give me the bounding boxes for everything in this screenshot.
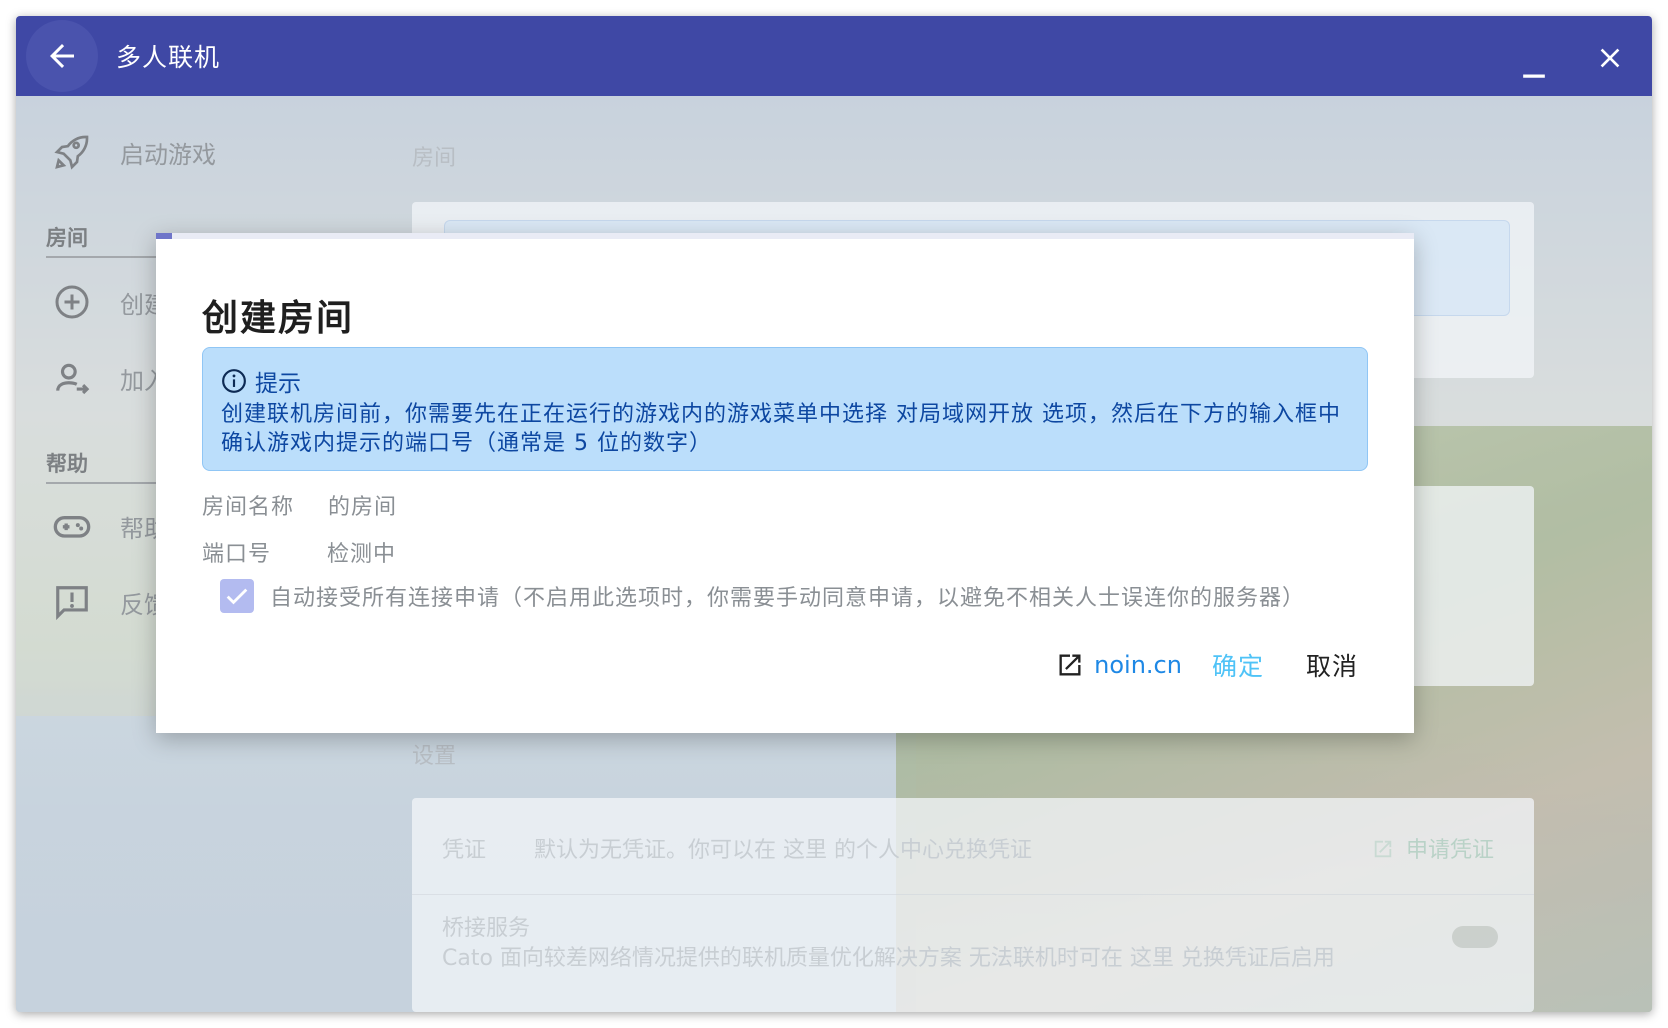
info-icon: [222, 369, 246, 393]
window-title: 多人联机: [116, 43, 221, 72]
hint-header: 提示: [221, 364, 301, 398]
room-name-row: 房间名称 的房间: [202, 489, 397, 521]
auto-accept-row[interactable]: 自动接受所有连接申请（不启用此选项时，你需要手动同意申请，以避免不相关人士误连你…: [220, 579, 1305, 613]
auto-accept-label: 自动接受所有连接申请（不启用此选项时，你需要手动同意申请，以避免不相关人士误连你…: [270, 586, 1306, 611]
back-button[interactable]: [26, 20, 98, 92]
room-name-label: 房间名称: [202, 495, 295, 520]
close-icon: [1600, 48, 1620, 68]
room-name-input[interactable]: 的房间: [328, 489, 397, 521]
port-input[interactable]: 检测中: [327, 536, 396, 568]
external-link-icon: [1059, 654, 1081, 676]
create-room-dialog: 创建房间 提示 创建联机房间前，你需要先在正在运行的游戏内的游戏菜单中选择 对局…: [156, 233, 1414, 733]
dialog-title: 创建房间: [202, 298, 355, 339]
check-icon: [226, 588, 248, 605]
dialog-progress-bar: [156, 233, 1414, 239]
app-window: 多人联机 启动游戏 房间 创建 加入 帮助 帮助 反馈 房间 设置 凭证 默认为…: [16, 16, 1652, 1012]
minimize-icon: [1523, 74, 1545, 78]
title-bar: 多人联机: [16, 16, 1652, 96]
arrow-left-icon: [50, 44, 74, 68]
noin-link-button[interactable]: noin.cn: [1056, 651, 1182, 679]
noin-link-label: noin.cn: [1094, 651, 1182, 679]
hint-box: 提示 创建联机房间前，你需要先在正在运行的游戏内的游戏菜单中选择 对局域网开放 …: [202, 347, 1368, 471]
progress-fill: [156, 233, 172, 239]
close-button[interactable]: [1588, 36, 1632, 80]
confirm-button[interactable]: 确定: [1212, 647, 1264, 683]
hint-text: 创建联机房间前，你需要先在正在运行的游戏内的游戏菜单中选择 对局域网开放 选项，…: [221, 402, 1341, 456]
minimize-button[interactable]: [1512, 46, 1556, 90]
hint-title: 提示: [255, 371, 301, 397]
cancel-button[interactable]: 取消: [1306, 647, 1358, 683]
auto-accept-checkbox[interactable]: [220, 579, 254, 613]
port-row: 端口号 检测中: [202, 536, 396, 568]
dialog-actions: noin.cn 确定 取消: [1056, 647, 1358, 683]
port-label: 端口号: [202, 542, 272, 567]
